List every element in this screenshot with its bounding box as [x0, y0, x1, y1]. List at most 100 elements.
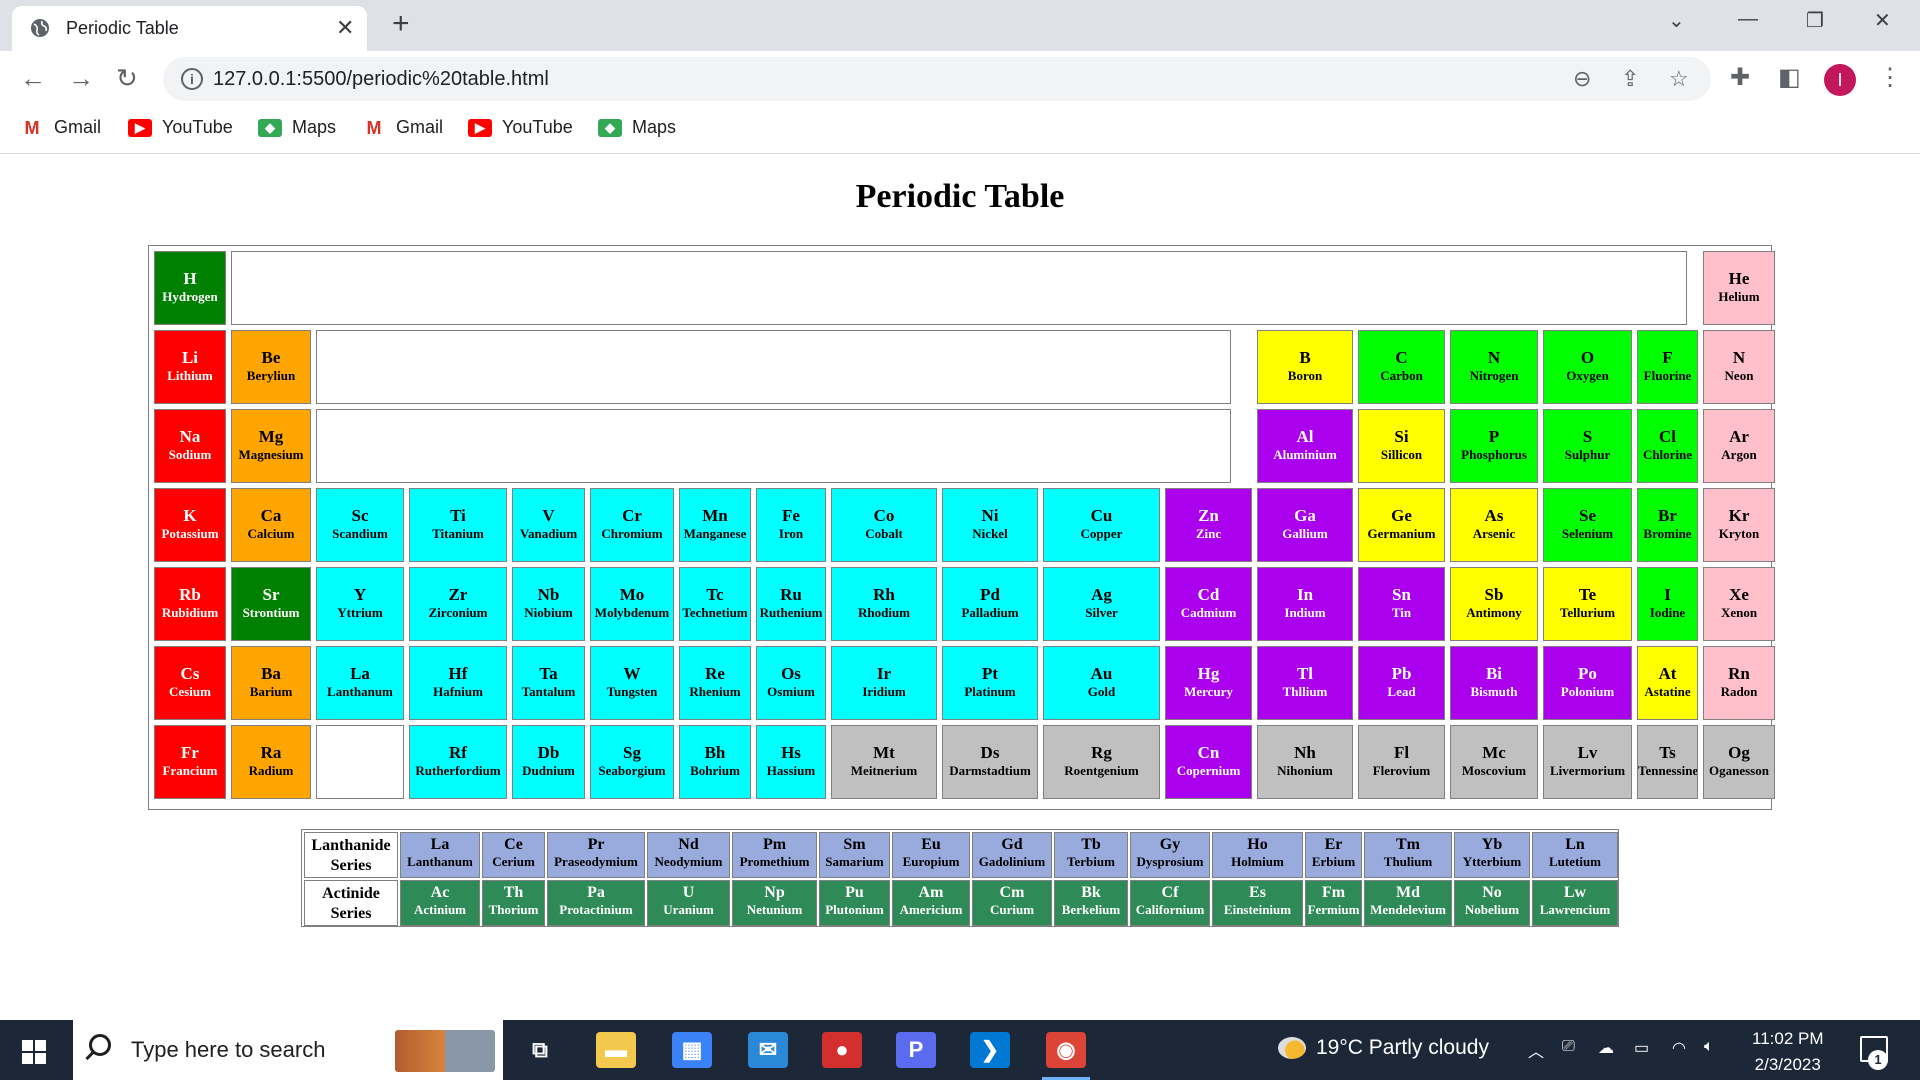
bookmark-star-icon[interactable]: ☆: [1669, 66, 1689, 92]
bookmark-maps[interactable]: ◆ Maps: [598, 117, 676, 138]
meet-now-icon[interactable]: ⎚: [1562, 1038, 1575, 1056]
share-icon[interactable]: ⇪: [1621, 66, 1639, 92]
element-symbol: Pd: [980, 585, 1000, 604]
profile-avatar[interactable]: I: [1824, 64, 1856, 96]
file-explorer-icon[interactable]: ▬: [596, 1032, 636, 1068]
element-name: Iridium: [862, 684, 906, 700]
browser-tab[interactable]: Periodic Table ✕: [12, 6, 367, 51]
element-name: Cadmium: [1180, 605, 1237, 621]
f-element-cf: Cf Californium: [1130, 880, 1210, 926]
show-hidden-icons-icon[interactable]: ︿: [1528, 1038, 1544, 1062]
element-name: Nitrogen: [1469, 368, 1519, 384]
bookmark-youtube[interactable]: ▶ YouTube: [468, 117, 573, 138]
back-icon[interactable]: ←: [20, 63, 46, 94]
tab-close-icon[interactable]: ✕: [336, 15, 354, 41]
minimize-icon[interactable]: —: [1738, 8, 1758, 31]
p-app-icon[interactable]: P: [896, 1032, 936, 1068]
element-name: Copernium: [1176, 763, 1241, 779]
bookmark-youtube[interactable]: ▶ YouTube: [128, 117, 233, 138]
screen-recorder-icon[interactable]: ●: [822, 1032, 862, 1068]
element-symbol: Am: [918, 884, 944, 901]
element-fl: Fl Flerovium: [1358, 725, 1445, 799]
forward-icon[interactable]: →: [68, 63, 94, 94]
element-tc: Tc Technetium: [679, 567, 751, 641]
bookmark-gmail[interactable]: M Gmail: [362, 117, 443, 138]
element-name: Samarium: [825, 854, 884, 869]
element-symbol: Se: [1579, 506, 1596, 525]
globe-icon: [31, 19, 49, 37]
element-symbol: Ds: [980, 743, 1000, 762]
element-symbol: U: [682, 884, 695, 901]
element-name: Dudnium: [522, 763, 575, 779]
reload-icon[interactable]: ↻: [116, 63, 138, 94]
element-name: Roentgenium: [1064, 763, 1139, 779]
volume-icon[interactable]: 🔈︎: [1704, 1038, 1714, 1056]
side-panel-icon[interactable]: ◧: [1778, 63, 1801, 92]
restore-icon[interactable]: ❐: [1806, 8, 1824, 33]
chrome-icon[interactable]: ◉: [1042, 1032, 1090, 1080]
element-symbol: Mn: [702, 506, 728, 525]
element-name: Bismuth: [1470, 684, 1518, 700]
element-name: Nihonium: [1277, 763, 1333, 779]
site-info-icon[interactable]: i: [181, 68, 203, 90]
clock[interactable]: 11:02 PM 2/3/2023: [1752, 1026, 1824, 1078]
element-br: Br Bromine: [1637, 488, 1698, 562]
element-symbol: Gy: [1159, 836, 1181, 853]
element-symbol: Au: [1090, 664, 1113, 683]
f-element-pa: Pa Protactinium: [547, 880, 645, 926]
f-element-ce: Ce Cerium: [482, 832, 545, 878]
browser-toolbar: ← → ↻ i 127.0.0.1:5500/periodic%20table.…: [0, 51, 1920, 107]
f-element-eu: Eu Europium: [892, 832, 970, 878]
element-symbol: Fm: [1321, 884, 1346, 901]
element-name: Europium: [902, 854, 960, 869]
element-name: Gadolinium: [978, 854, 1046, 869]
element-ti: Ti Titanium: [409, 488, 507, 562]
element-kr: Kr Kryton: [1703, 488, 1775, 562]
tab-search-icon[interactable]: ⌄: [1668, 8, 1685, 33]
microsoft-store-icon[interactable]: ▦: [672, 1032, 712, 1068]
element-name: Cerium: [492, 854, 535, 869]
element-symbol: Ra: [260, 743, 282, 762]
bookmark-maps[interactable]: ◆ Maps: [258, 117, 336, 138]
extensions-icon[interactable]: ✚: [1730, 63, 1750, 92]
element-name: Scandium: [332, 526, 388, 542]
element-name: Curium: [989, 902, 1035, 917]
onedrive-icon[interactable]: ☁: [1598, 1038, 1614, 1058]
element-symbol: Ti: [450, 506, 466, 525]
element-name: Zinc: [1195, 526, 1222, 542]
element-symbol: Y: [353, 585, 367, 604]
element-symbol: Ts: [1659, 743, 1676, 762]
element-sg: Sg Seaborgium: [590, 725, 674, 799]
f-element-am: Am Americium: [892, 880, 970, 926]
task-view-icon[interactable]: ⧉: [520, 1032, 560, 1068]
start-button[interactable]: [22, 1040, 46, 1064]
new-tab-button[interactable]: +: [392, 7, 410, 41]
bookmark-gmail[interactable]: M Gmail: [20, 117, 101, 138]
menu-icon[interactable]: ⋮: [1878, 63, 1902, 92]
url-text[interactable]: 127.0.0.1:5500/periodic%20table.html: [213, 68, 549, 91]
mail-icon[interactable]: ✉: [748, 1032, 788, 1068]
element-name: Dysprosium: [1136, 854, 1204, 869]
battery-icon[interactable]: ▭: [1634, 1038, 1649, 1058]
wifi-icon[interactable]: ◠: [1672, 1038, 1686, 1058]
vscode-icon[interactable]: ❯: [970, 1032, 1010, 1068]
element-bi: Bi Bismuth: [1450, 646, 1538, 720]
element-nh: Nh Nihonium: [1257, 725, 1353, 799]
element-symbol: Li: [181, 348, 199, 367]
element-name: Yttrium: [337, 605, 383, 621]
gmail-icon: M: [20, 118, 44, 137]
element-name: Thllium: [1282, 684, 1328, 700]
weather-widget[interactable]: 19°C Partly cloudy: [1278, 1036, 1489, 1060]
zoom-icon[interactable]: ⊖: [1573, 66, 1591, 92]
close-window-icon[interactable]: ✕: [1874, 8, 1891, 33]
element-po: Po Polonium: [1543, 646, 1632, 720]
element-symbol: Nd: [678, 836, 699, 853]
address-bar[interactable]: i 127.0.0.1:5500/periodic%20table.html ⊖…: [163, 57, 1711, 101]
element-symbol: Rb: [179, 585, 201, 604]
element-ds: Ds Darmstadtium: [942, 725, 1038, 799]
element-symbol: C: [1395, 348, 1408, 367]
taskbar-search[interactable]: Type here to search: [73, 1020, 503, 1080]
element-name: Francium: [162, 763, 218, 779]
element-name: Germanium: [1367, 526, 1436, 542]
element-ta: Ta Tantalum: [512, 646, 585, 720]
